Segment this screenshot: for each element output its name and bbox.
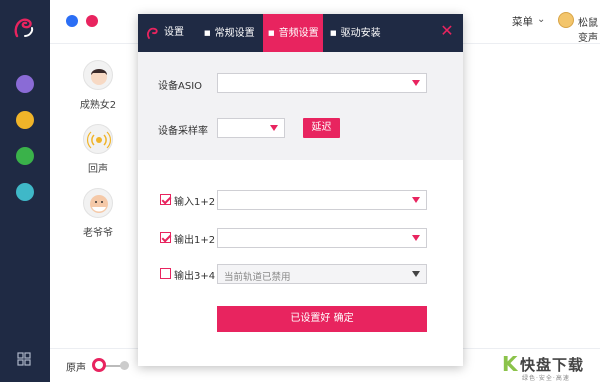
settings-dialog: 设置 ■ 常规设置 ■ 音频设置 ■ 驱动安装 ✕ 设备ASIO 设备采样率 延迟 输… (138, 14, 463, 366)
watermark: K 快盘下载 绿色·安全·高速 (502, 352, 598, 382)
echo-icon (83, 124, 113, 154)
voice-item-echo[interactable]: 回声 (78, 124, 118, 175)
squirrel-logo-icon (14, 18, 34, 38)
tab-audio-settings[interactable]: ■ 音频设置 (263, 14, 323, 52)
watermark-sub: 绿色·安全·高速 (522, 375, 570, 382)
tab-driver-install[interactable]: ■ 驱动安装 (330, 14, 381, 52)
user-avatar[interactable] (558, 12, 574, 28)
sample-rate-label: 设备采样率 (158, 126, 208, 137)
grid-icon[interactable] (17, 352, 31, 366)
original-voice-label: 原声 (66, 363, 86, 374)
tab-settings[interactable]: 设置 (164, 14, 184, 52)
voice-label: 回声 (88, 164, 108, 175)
original-voice-slider-knob[interactable] (92, 358, 106, 372)
grandpa-avatar-icon (83, 188, 113, 218)
select-value: 当前轨道已禁用 (224, 272, 291, 283)
asio-label: 设备ASIO (158, 81, 203, 92)
save-icon[interactable] (16, 111, 34, 129)
output12-checkbox[interactable] (160, 232, 171, 243)
bullet-icon: ■ (330, 29, 337, 37)
squirrel-logo-icon (147, 27, 158, 39)
input12-checkbox[interactable] (160, 194, 171, 205)
chevron-down-icon[interactable]: ⌄ (537, 14, 545, 25)
tab-label: 音频设置 (278, 28, 319, 39)
voice-label: 成熟女2 (79, 100, 117, 111)
caret-down-icon (270, 125, 278, 131)
folder-icon[interactable] (16, 75, 34, 93)
output12-select[interactable] (217, 228, 427, 248)
output34-select[interactable]: 当前轨道已禁用 (217, 264, 427, 284)
output34-label: 输出3+4 (174, 271, 216, 282)
caret-down-icon (412, 197, 420, 203)
watermark-k-icon: K (502, 352, 518, 376)
sample-rate-select[interactable] (217, 118, 285, 138)
slider-end-dot (120, 361, 129, 370)
dialog-header: 设置 ■ 常规设置 ■ 音频设置 ■ 驱动安装 ✕ (138, 14, 463, 52)
watermark-text: 快盘下载 (520, 356, 585, 374)
menu-button[interactable]: 菜单 (512, 14, 533, 29)
window-dot-pink[interactable] (86, 15, 98, 27)
asio-select[interactable] (217, 73, 427, 93)
input12-label: 输入1+2 (174, 197, 216, 208)
tab-label: 常规设置 (214, 28, 255, 39)
girl-avatar-icon (83, 60, 113, 90)
output12-label: 输出1+2 (174, 235, 216, 246)
confirm-button[interactable]: 已设置好 确定 (217, 306, 427, 332)
download-icon[interactable] (16, 147, 34, 165)
close-icon[interactable]: ✕ (439, 23, 455, 39)
left-sidebar (0, 0, 50, 382)
voice-item-grandpa[interactable]: 老爷爷 (78, 188, 118, 239)
caret-down-icon (412, 235, 420, 241)
share-icon[interactable] (16, 183, 34, 201)
bullet-icon: ■ (268, 29, 275, 37)
tab-label: 驱动安装 (340, 28, 381, 39)
delay-button[interactable]: 延迟 (303, 118, 340, 138)
input12-select[interactable] (217, 190, 427, 210)
output34-checkbox[interactable] (160, 268, 171, 279)
caret-down-icon (412, 271, 420, 277)
window-dot-blue[interactable] (66, 15, 78, 27)
tab-label: 设置 (164, 27, 184, 38)
tab-general-settings[interactable]: ■ 常规设置 (204, 14, 255, 52)
device-section (138, 52, 463, 160)
bullet-icon: ■ (204, 29, 211, 37)
voice-item-mature-female-2[interactable]: 成熟女2 (78, 60, 118, 111)
voice-label: 老爷爷 (83, 228, 113, 239)
caret-down-icon (412, 80, 420, 86)
